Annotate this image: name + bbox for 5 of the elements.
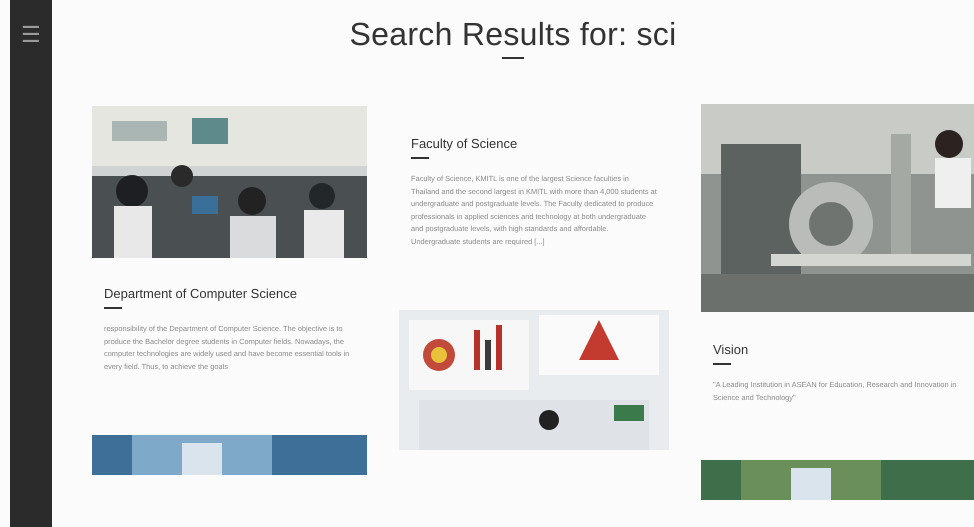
- result-title[interactable]: Faculty of Science: [411, 136, 657, 151]
- menu-button[interactable]: ☰: [19, 22, 43, 48]
- result-title[interactable]: Department of Computer Science: [104, 286, 355, 301]
- result-title[interactable]: Vision: [713, 342, 969, 357]
- page-heading: Search Results for: sci: [349, 16, 676, 53]
